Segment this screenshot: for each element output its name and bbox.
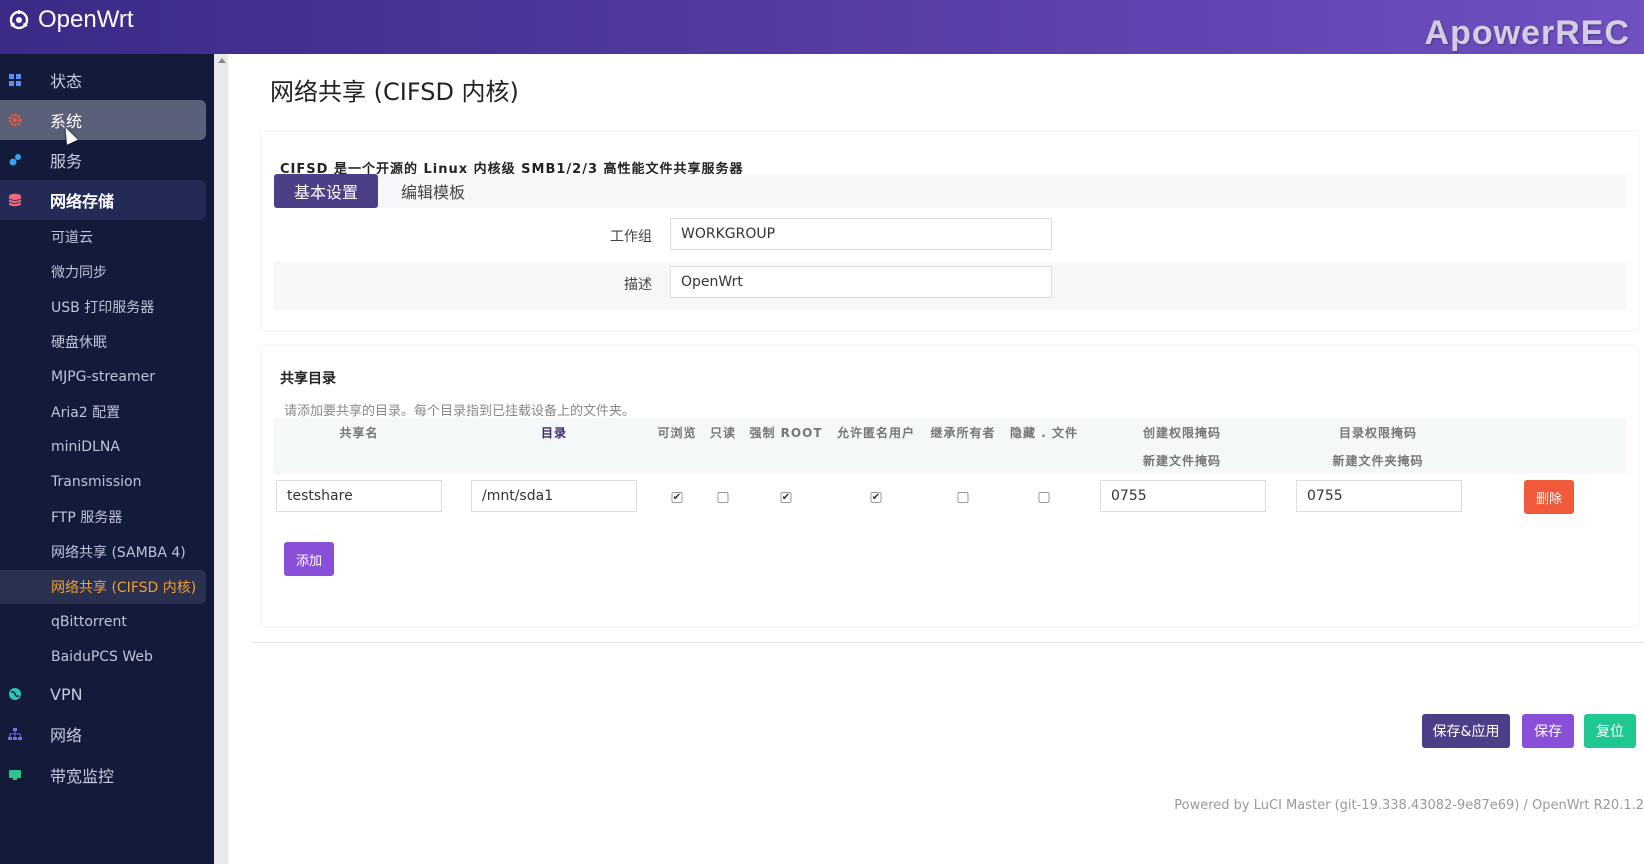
sidebar-item-label: 网络存储 — [50, 192, 115, 211]
section-title: 共享目录 — [280, 371, 336, 387]
sidebar-item-label: 带宽监控 — [50, 767, 115, 786]
save-apply-button[interactable]: 保存&应用 — [1422, 714, 1510, 748]
col-dir-mask-sub: 新建文件夹掩码 — [1332, 454, 1424, 468]
dashboard-icon — [9, 74, 21, 86]
sidebar-item-vpn[interactable]: VPN — [0, 674, 206, 714]
sidebar-subitem-aria2[interactable]: Aria2 配置 — [0, 395, 206, 429]
tab-edit-template[interactable]: 编辑模板 — [378, 174, 488, 208]
inherit-owner-checkbox[interactable] — [957, 492, 969, 503]
workgroup-input[interactable]: WORKGROUP — [670, 218, 1052, 250]
sidebar-subitem-cifsd[interactable]: 网络共享 (CIFSD 内核) — [0, 570, 206, 604]
sidebar-item-services[interactable]: 服务 — [0, 140, 206, 180]
workgroup-label: 工作组 — [610, 229, 652, 245]
delete-button[interactable]: 删除 — [1524, 480, 1574, 514]
share-path-input[interactable]: /mnt/sda1 — [471, 480, 637, 512]
database-icon — [8, 193, 22, 207]
description-label: 描述 — [624, 277, 652, 293]
brand[interactable]: OpenWrt — [8, 4, 134, 36]
sidebar-subitem-kodcloud[interactable]: 可道云 — [0, 220, 206, 254]
tab-bar: 基本设置 编辑模板 — [274, 174, 1626, 208]
services-icon — [9, 154, 21, 166]
sidebar-subitem-mjpg-streamer[interactable]: MJPG-streamer — [0, 360, 206, 394]
sidebar-subitem-qbittorrent[interactable]: qBittorrent — [0, 605, 206, 639]
page-title: 网络共享 (CIFSD 内核) — [270, 78, 519, 106]
section-hint: 请添加要共享的目录。每个目录指到已挂载设备上的文件夹。 — [284, 404, 636, 419]
hide-dot-files-checkbox[interactable] — [1038, 492, 1050, 503]
sidebar-item-label: 状态 — [50, 72, 83, 91]
col-readonly: 只读 — [709, 426, 737, 440]
col-force-root: 强制 ROOT — [749, 426, 823, 440]
col-hide-dot-files: 隐藏 . 文件 — [1010, 426, 1078, 440]
create-mask-input[interactable]: 0755 — [1100, 480, 1266, 512]
sidebar-item-network[interactable]: 网络 — [0, 714, 206, 754]
openwrt-logo-icon — [9, 10, 29, 30]
monitor-icon — [9, 770, 21, 780]
description-input[interactable]: OpenWrt — [670, 266, 1052, 298]
readonly-checkbox[interactable] — [717, 492, 729, 503]
sidebar-subitem-verysync[interactable]: 微力同步 — [0, 255, 206, 289]
col-create-mask-sub: 新建文件掩码 — [1142, 454, 1222, 468]
share-name-input[interactable]: testshare — [276, 480, 442, 512]
tab-basic-settings[interactable]: 基本设置 — [274, 174, 378, 208]
sidebar-item-label: VPN — [50, 684, 83, 704]
sidebar-subitem-samba4[interactable]: 网络共享 (SAMBA 4) — [0, 535, 206, 569]
reset-button[interactable]: 复位 — [1584, 714, 1636, 748]
sidebar-item-status[interactable]: 状态 — [0, 60, 206, 100]
globe-icon — [9, 688, 21, 700]
sidebar-subitem-transmission[interactable]: Transmission — [0, 465, 206, 499]
watermark: ApowerREC — [1424, 14, 1630, 52]
col-path: 目录 — [540, 426, 568, 440]
col-guest-ok: 允许匿名用户 — [836, 426, 916, 440]
scroll-up-arrow-icon[interactable] — [218, 58, 226, 63]
save-button[interactable]: 保存 — [1522, 714, 1574, 748]
col-create-mask: 创建权限掩码 — [1142, 426, 1222, 440]
sidebar-subitem-minidlna[interactable]: miniDLNA — [0, 430, 206, 464]
brand-name: OpenWrt — [38, 6, 134, 33]
sidebar-item-system[interactable]: 系统 — [0, 100, 206, 140]
sidebar-item-network-storage[interactable]: 网络存储 — [0, 180, 206, 220]
sidebar-item-label: 服务 — [50, 152, 83, 171]
divider — [252, 642, 1644, 643]
sidebar-subitem-baidupcs[interactable]: BaiduPCS Web — [0, 640, 206, 674]
sidebar-subitem-usb-printer[interactable]: USB 打印服务器 — [0, 290, 206, 324]
footer-text: Powered by LuCI Master (git-19.338.43082… — [1174, 798, 1644, 813]
gear-icon — [8, 113, 22, 127]
network-icon — [8, 728, 22, 740]
top-header: OpenWrt ApowerREC — [0, 0, 1644, 54]
table-header: 共享名 目录 可浏览 只读 强制 ROOT 允许匿名用户 继承所有者 隐藏 . … — [274, 418, 1626, 474]
sidebar: 状态 系统 服务 网络存储 可道云 微力同步 USB 打印服务器 硬盘休眠 MJ… — [0, 54, 214, 864]
basic-settings-card: CIFSD 是一个开源的 Linux 内核级 SMB1/2/3 高性能文件共享服… — [262, 132, 1638, 330]
sidebar-item-label: 网络 — [50, 726, 83, 745]
guest-ok-checkbox[interactable]: ✔ — [870, 492, 882, 503]
sidebar-item-bandwidth[interactable]: 带宽监控 — [0, 755, 206, 795]
shared-directories-card: 共享目录 请添加要共享的目录。每个目录指到已挂载设备上的文件夹。 共享名 目录 … — [262, 346, 1638, 626]
force-root-checkbox[interactable]: ✔ — [780, 492, 792, 503]
col-dir-mask: 目录权限掩码 — [1338, 426, 1418, 440]
description-row: 描述 OpenWrt — [274, 262, 1626, 310]
col-share-name: 共享名 — [339, 426, 379, 440]
main-content: 网络共享 (CIFSD 内核) CIFSD 是一个开源的 Linux 内核级 S… — [228, 54, 1644, 864]
sidebar-subitem-ftp[interactable]: FTP 服务器 — [0, 500, 206, 534]
scrollbar[interactable] — [214, 54, 228, 864]
dir-mask-input[interactable]: 0755 — [1296, 480, 1462, 512]
browseable-checkbox[interactable]: ✔ — [671, 492, 683, 503]
col-inherit-owner: 继承所有者 — [930, 426, 996, 440]
table-row: testshare /mnt/sda1 ✔ ✔ ✔ 0755 0755 删除 — [274, 474, 1626, 522]
add-share-button[interactable]: 添加 — [284, 542, 334, 576]
sidebar-subitem-hd-idle[interactable]: 硬盘休眠 — [0, 325, 206, 359]
workgroup-row: 工作组 WORKGROUP — [274, 214, 1626, 262]
col-browseable: 可浏览 — [657, 426, 697, 440]
